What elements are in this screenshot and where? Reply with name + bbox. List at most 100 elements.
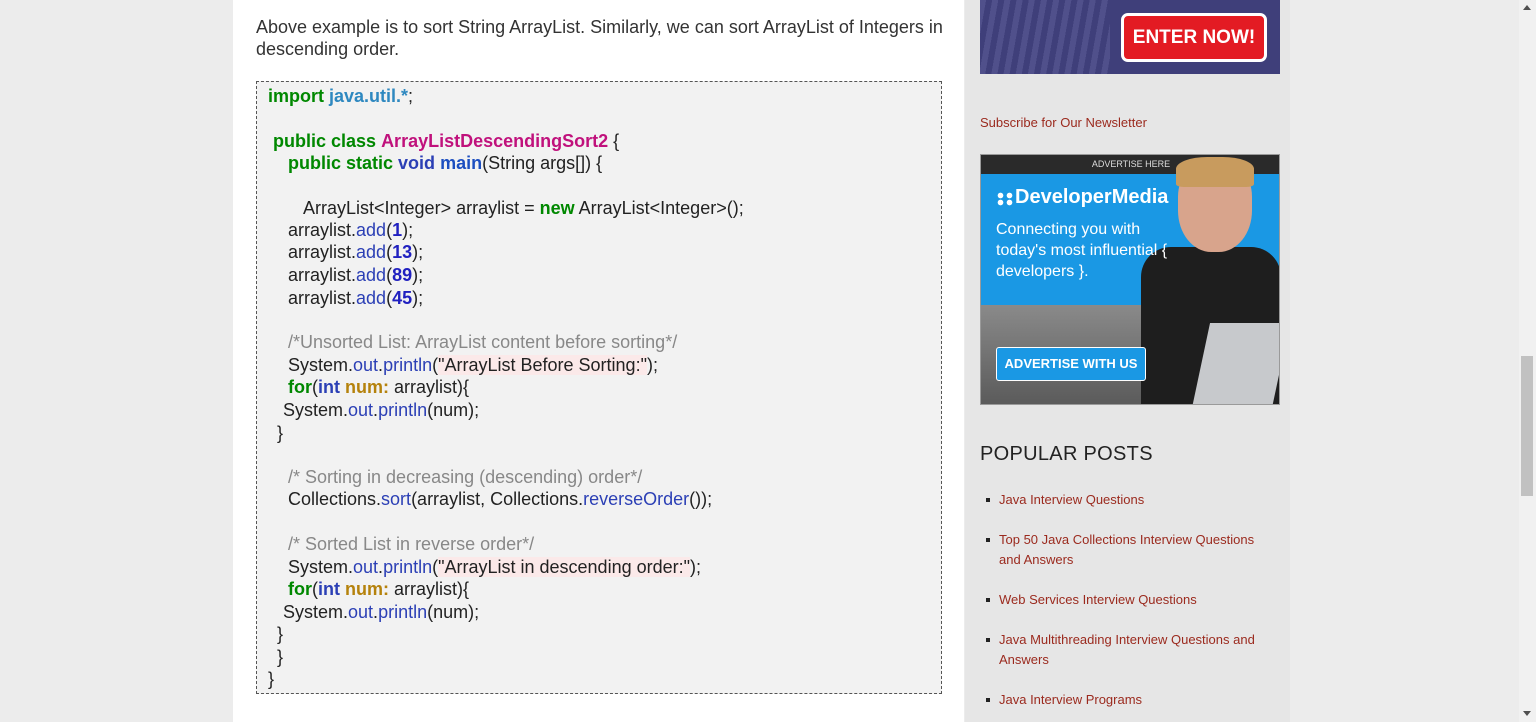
code-token: main	[440, 153, 483, 173]
advertise-with-us-button[interactable]: ADVERTISE WITH US	[996, 347, 1146, 381]
code-token: out	[348, 400, 374, 420]
code-token: sort	[381, 489, 412, 509]
code-token: for	[288, 377, 312, 397]
scroll-down-icon[interactable]	[1523, 711, 1531, 716]
code-token: arraylist.	[288, 220, 357, 240]
code-comment: /* Sorted List in reverse order*/	[288, 534, 535, 554]
code-token: println	[383, 355, 433, 375]
code-token: );	[690, 557, 701, 577]
code-line-import: import java.util.*;	[268, 85, 413, 107]
code-token: arraylist){	[389, 579, 470, 599]
code-token: System.	[283, 400, 349, 420]
post-link[interactable]: Java Interview Programs	[999, 690, 1264, 710]
ad-brand: DeveloperMedia	[1015, 186, 1169, 208]
code-line-add: arraylist.add(1);	[288, 219, 413, 241]
code-token: 89	[392, 265, 413, 285]
code-token: int	[318, 377, 340, 397]
code-token: (arraylist, Collections.	[411, 489, 584, 509]
code-token: ArrayList<Integer>();	[574, 198, 744, 218]
post-link[interactable]: Web Services Interview Questions	[999, 590, 1264, 610]
code-token: ;	[408, 86, 414, 106]
bullet-icon	[986, 498, 990, 502]
code-token: import	[268, 86, 324, 106]
code-token: ArrayListDescendingSort2	[381, 131, 609, 151]
code-line-println: System.out.println("ArrayList Before Sor…	[288, 354, 658, 376]
code-line-println: System.out.println(num);	[283, 601, 479, 623]
post-link[interactable]: Java Multithreading Interview Questions …	[999, 630, 1264, 670]
code-line-add: arraylist.add(89);	[288, 264, 423, 286]
code-brace: }	[277, 423, 284, 443]
code-token: java.util.*	[329, 86, 409, 106]
post-link[interactable]: Java Interview Questions	[999, 490, 1264, 510]
code-token: public class	[273, 131, 377, 151]
code-line-add: arraylist.add(45);	[288, 287, 423, 309]
code-token: );	[412, 265, 424, 285]
code-token: );	[412, 242, 424, 262]
code-token: ArrayList<Integer> arraylist =	[303, 198, 540, 218]
code-block: import java.util.*; public class ArrayLi…	[256, 81, 942, 694]
code-line-for: for(int num: arraylist){	[288, 578, 469, 600]
code-token: 13	[392, 242, 413, 262]
developer-media-ad[interactable]: ADVERTISE HERE DeveloperMedia Connecting…	[980, 154, 1280, 405]
code-token: arraylist.	[288, 288, 357, 308]
code-token: out	[353, 355, 379, 375]
code-token: );	[646, 355, 658, 375]
code-token: arraylist.	[288, 242, 357, 262]
code-token: );	[402, 220, 414, 240]
code-comment: /* Sorting in decreasing (descending) or…	[288, 467, 643, 487]
scroll-up-icon[interactable]	[1523, 5, 1531, 10]
code-token: println	[378, 602, 428, 622]
bullet-icon	[986, 638, 990, 642]
code-token: "ArrayList in descending order:"	[438, 557, 690, 577]
code-token: arraylist){	[389, 377, 470, 397]
code-comment: /*Unsorted List: ArrayList content befor…	[288, 332, 678, 352]
code-token: "ArrayList Before Sorting:"	[438, 355, 647, 375]
bullet-icon	[986, 598, 990, 602]
code-token: (num);	[427, 602, 480, 622]
code-token: new	[539, 198, 575, 218]
code-brace: }	[277, 624, 284, 644]
code-token: reverseOrder	[583, 489, 690, 509]
code-line-println: System.out.println(num);	[283, 399, 479, 421]
code-token: int	[318, 579, 340, 599]
newsletter-link[interactable]: Subscribe for Our Newsletter	[980, 115, 1147, 130]
code-token: for	[288, 579, 312, 599]
page-scrollbar[interactable]	[1519, 0, 1536, 722]
post-link[interactable]: Top 50 Java Collections Interview Questi…	[999, 530, 1264, 570]
code-token: num:	[345, 579, 390, 599]
code-line-println: System.out.println("ArrayList in descend…	[288, 556, 701, 578]
code-token: System.	[288, 557, 354, 577]
code-line-for: for(int num: arraylist){	[288, 376, 469, 398]
bullet-icon	[986, 538, 990, 542]
scrollbar-thumb[interactable]	[1521, 356, 1533, 496]
ad-tagline: Connecting you with today's most influen…	[996, 221, 1168, 280]
code-token: println	[383, 557, 433, 577]
code-token: println	[378, 400, 428, 420]
code-line-declare: ArrayList<Integer> arraylist = new Array…	[303, 197, 744, 219]
code-token: );	[412, 288, 424, 308]
code-line-main: public static void main(String args[]) {	[288, 152, 602, 174]
code-token: add	[356, 242, 387, 262]
code-line-add: arraylist.add(13);	[288, 241, 423, 263]
code-token: System.	[283, 602, 349, 622]
code-token: (num);	[427, 400, 480, 420]
enter-now-button[interactable]: ENTER NOW!	[1121, 13, 1267, 62]
code-token: 45	[392, 288, 413, 308]
code-token: out	[353, 557, 379, 577]
code-token: out	[348, 602, 374, 622]
code-token: add	[356, 220, 387, 240]
article-intro: Above example is to sort String ArrayLis…	[256, 17, 943, 59]
code-brace: }	[277, 647, 284, 667]
code-token: add	[356, 265, 387, 285]
code-token: System.	[288, 355, 354, 375]
code-token: void	[398, 153, 436, 173]
popular-posts-title: POPULAR POSTS	[980, 443, 1153, 465]
code-line-sort: Collections.sort(arraylist, Collections.…	[288, 488, 712, 510]
ad-person-hair	[1176, 157, 1254, 187]
code-token: Collections.	[288, 489, 382, 509]
code-token: add	[356, 288, 387, 308]
developer-media-logo-icon	[996, 192, 1014, 206]
book-illustration	[980, 0, 1110, 74]
bullet-icon	[986, 698, 990, 702]
code-token: num:	[345, 377, 390, 397]
